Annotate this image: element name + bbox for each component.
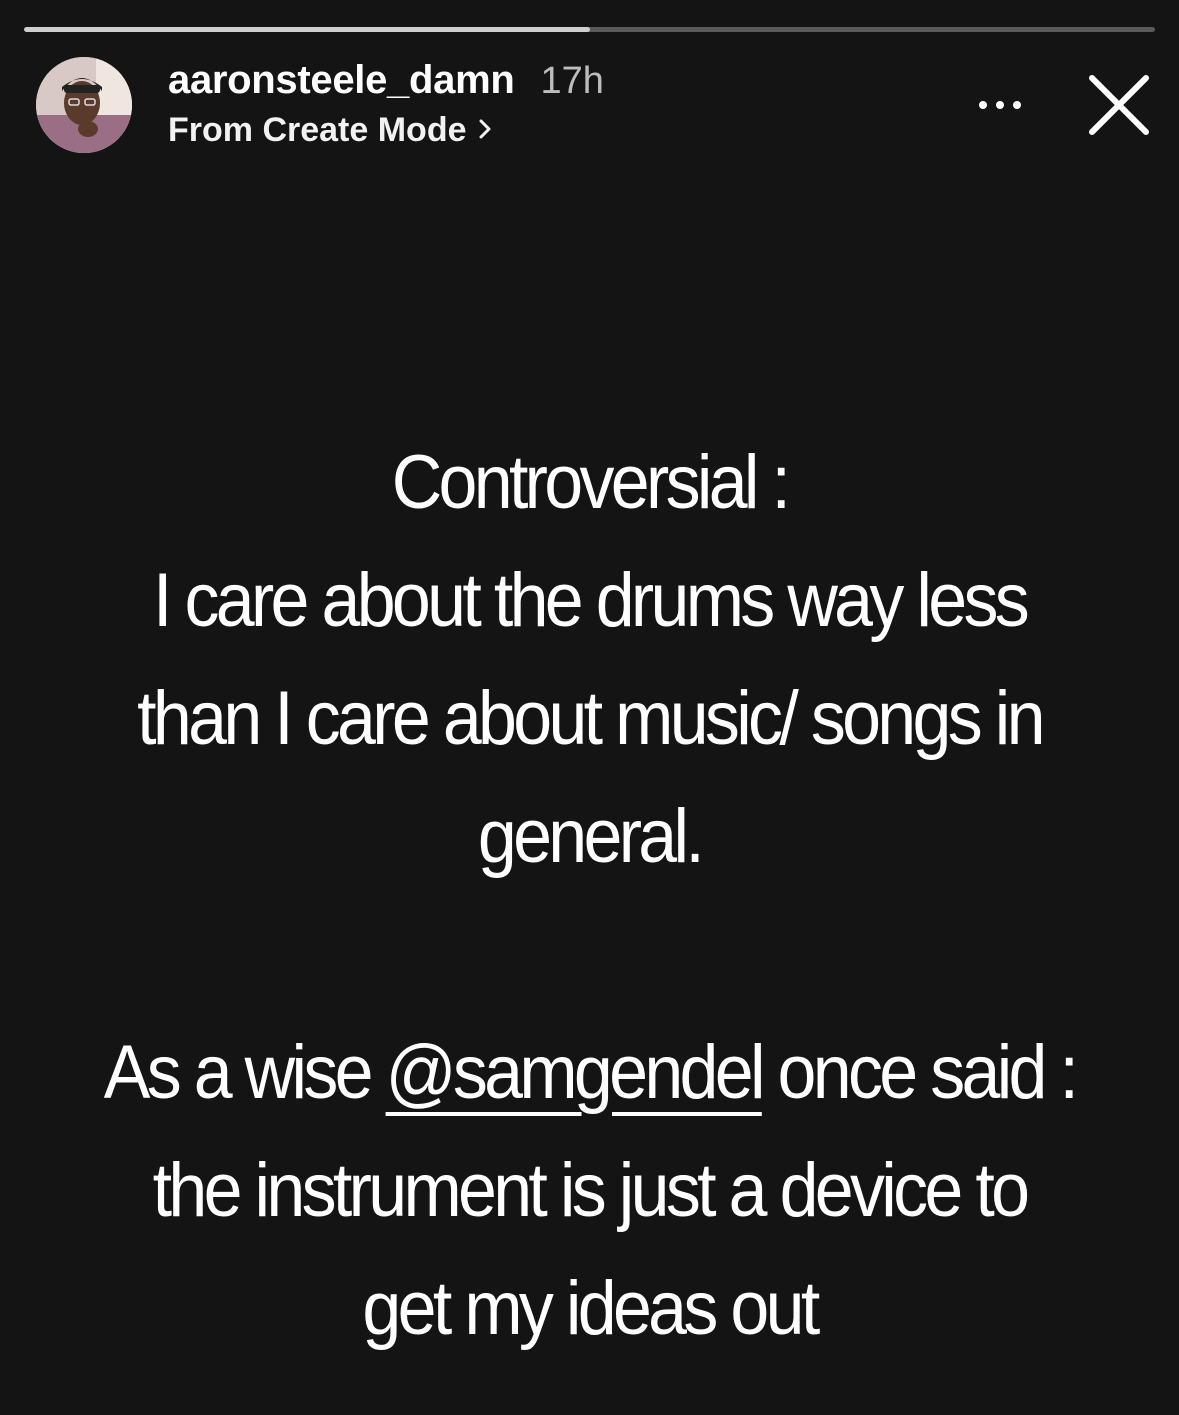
timestamp: 17h (540, 60, 604, 102)
avatar[interactable] (36, 57, 132, 153)
story-line-mention: As a wise @samgendel once said : (84, 1014, 1095, 1132)
more-dot (979, 101, 987, 109)
story-line: Controversial : (391, 440, 791, 525)
more-dot (1013, 101, 1021, 109)
mention-suffix: once said : (761, 1030, 1079, 1115)
more-dot (996, 101, 1004, 109)
close-icon[interactable] (1084, 70, 1154, 140)
mention-link[interactable]: @samgendel (386, 1030, 766, 1115)
story-line: general. (477, 794, 705, 879)
story-line: get my ideas out (362, 1266, 820, 1351)
user-line: aaronsteele_damn 17h (168, 58, 604, 106)
story-progress-fill (24, 27, 590, 32)
more-icon[interactable] (970, 88, 1030, 122)
mention-prefix: As a wise (103, 1030, 386, 1115)
create-mode-label: From Create Mode (168, 110, 467, 149)
story-line: I care about the drums way less (152, 558, 1030, 643)
story-line: the instrument is just a device to (152, 1148, 1030, 1233)
create-mode-link[interactable]: From Create Mode (168, 109, 493, 151)
story-progress-bar (24, 27, 1155, 32)
story-blank-line (84, 896, 1095, 1014)
story-line: than I care about music/ songs in (137, 676, 1045, 761)
story-text: Controversial : I care about the drums w… (84, 424, 1095, 1368)
username[interactable]: aaronsteele_damn (168, 58, 515, 103)
chevron-right-icon (477, 111, 493, 150)
avatar-image (36, 57, 132, 153)
